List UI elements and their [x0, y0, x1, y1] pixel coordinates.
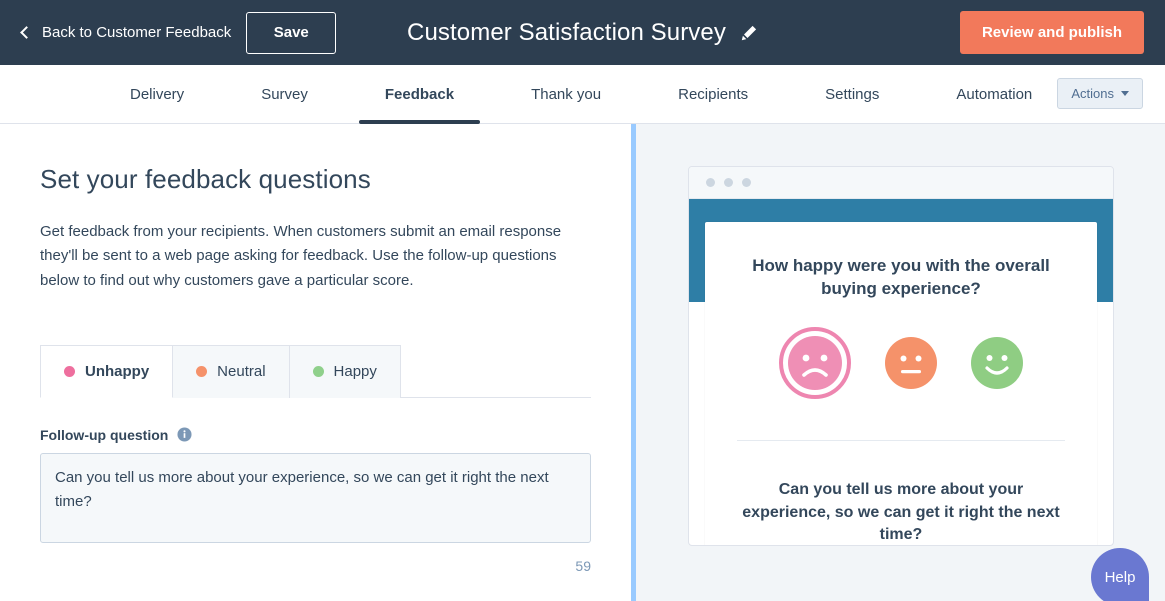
survey-divider — [737, 440, 1065, 441]
pencil-icon[interactable] — [740, 24, 758, 42]
nav-bar: Delivery Survey Feedback Thank you Recip… — [0, 65, 1165, 124]
save-button[interactable]: Save — [246, 12, 336, 54]
survey-followup-text: Can you tell us more about your experien… — [733, 479, 1069, 546]
preview-panel: How happy were you with the overall buyi… — [636, 124, 1165, 601]
neutral-dot-icon — [196, 366, 207, 377]
sentiment-tab-unhappy[interactable]: Unhappy — [40, 345, 173, 398]
browser-chrome-bar — [689, 167, 1113, 199]
tab-automation[interactable]: Automation — [930, 65, 1058, 123]
survey-question-text: How happy were you with the overall buyi… — [733, 255, 1069, 300]
tab-survey[interactable]: Survey — [235, 65, 334, 123]
editor-panel: Set your feedback questions Get feedback… — [0, 124, 631, 601]
neutral-face-icon[interactable] — [885, 337, 937, 394]
sentiment-tab-neutral-label: Neutral — [217, 363, 265, 380]
character-count: 59 — [40, 558, 591, 574]
follow-up-question-input[interactable] — [40, 453, 591, 543]
unhappy-dot-icon — [64, 366, 75, 377]
tab-settings[interactable]: Settings — [799, 65, 905, 123]
survey-card: How happy were you with the overall buyi… — [705, 222, 1097, 546]
back-to-customer-feedback-link[interactable]: Back to Customer Feedback — [22, 24, 231, 41]
happy-face-icon[interactable] — [971, 337, 1023, 394]
body-split: Set your feedback questions Get feedback… — [0, 124, 1165, 601]
tab-thank-you[interactable]: Thank you — [505, 65, 627, 123]
tab-feedback[interactable]: Feedback — [359, 65, 480, 123]
chevron-left-icon — [20, 26, 33, 39]
info-icon[interactable] — [177, 427, 192, 442]
sentiment-tab-unhappy-label: Unhappy — [85, 363, 149, 380]
actions-label: Actions — [1071, 86, 1114, 101]
follow-up-label-row: Follow-up question — [40, 427, 591, 443]
help-button[interactable]: Help — [1091, 548, 1149, 601]
top-bar: Back to Customer Feedback Save Customer … — [0, 0, 1165, 65]
section-heading: Set your feedback questions — [40, 164, 591, 195]
browser-preview-frame: How happy were you with the overall buyi… — [688, 166, 1114, 546]
actions-dropdown-button[interactable]: Actions — [1057, 78, 1143, 109]
tab-delivery[interactable]: Delivery — [104, 65, 210, 123]
sentiment-tab-neutral[interactable]: Neutral — [173, 345, 289, 398]
happy-dot-icon — [313, 366, 324, 377]
caret-down-icon — [1121, 91, 1129, 96]
sentiment-tab-group: Unhappy Neutral Happy — [40, 345, 591, 398]
sentiment-tab-happy[interactable]: Happy — [290, 345, 401, 398]
sad-face-icon[interactable] — [779, 327, 851, 404]
browser-dot-icon — [706, 178, 715, 187]
survey-rating-options — [733, 327, 1069, 404]
review-and-publish-button[interactable]: Review and publish — [960, 11, 1144, 54]
sentiment-tab-happy-label: Happy — [334, 363, 377, 380]
back-link-label: Back to Customer Feedback — [42, 24, 231, 41]
section-description: Get feedback from your recipients. When … — [40, 220, 591, 293]
page-title: Customer Satisfaction Survey — [407, 19, 726, 47]
browser-dot-icon — [724, 178, 733, 187]
browser-dot-icon — [742, 178, 751, 187]
app-root: Back to Customer Feedback Save Customer … — [0, 0, 1165, 601]
follow-up-question-label: Follow-up question — [40, 427, 168, 443]
nav-tabs: Delivery Survey Feedback Thank you Recip… — [104, 65, 1058, 123]
tab-recipients[interactable]: Recipients — [652, 65, 774, 123]
